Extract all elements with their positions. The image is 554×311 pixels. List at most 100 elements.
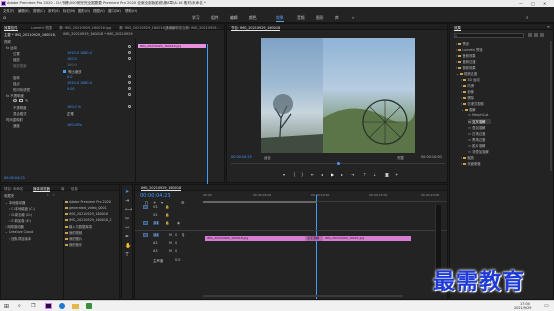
effect-playhead[interactable]	[207, 44, 208, 184]
nav-back-icon[interactable]: ‹	[47, 192, 49, 197]
taskbar-app-icon[interactable]	[86, 303, 92, 309]
timeline-playhead[interactable]	[316, 195, 317, 299]
source-patch-v[interactable]	[143, 205, 148, 209]
effects-tree-item[interactable]: ⌄ 视频过渡	[456, 71, 477, 76]
go-to-in-icon[interactable]: ⇤	[311, 172, 314, 177]
effects-tree-item[interactable]: › 3D 运动	[461, 77, 480, 82]
reset-opacity-value-icon[interactable]	[128, 105, 131, 108]
workspace-audio[interactable]: 音频	[297, 15, 305, 21]
effects-tree-item[interactable]: › 页面剥落	[461, 161, 481, 166]
tab-info[interactable]: 信息	[71, 186, 78, 191]
time-remap-label[interactable]: 时间重映射	[6, 117, 23, 122]
speed-value[interactable]: 100.00%	[67, 123, 82, 127]
reset-anchor-icon[interactable]	[128, 81, 131, 84]
workspace-learn[interactable]: 学习	[192, 15, 200, 21]
track-v3-label[interactable]: V3	[153, 205, 157, 209]
fit-select[interactable]: 适合	[264, 155, 271, 160]
source-patch-v1[interactable]	[143, 221, 148, 225]
timeline-timecode[interactable]: 00:00:04:23	[140, 193, 171, 199]
opacity-effect-label[interactable]: fx 不透明度	[6, 93, 24, 98]
timeline-clip-1[interactable]: IMG_20210929_160018.jpg	[205, 236, 305, 241]
add-marker-timeline-icon[interactable]: ▾	[161, 200, 163, 205]
file-list-item[interactable]: 我的视频	[65, 230, 119, 235]
minimize-button[interactable]: —	[519, 1, 523, 6]
effects-tree-item[interactable]: › 沉浸式视频	[461, 101, 484, 106]
rotation-value[interactable]: 0.0	[67, 75, 72, 79]
reset-scale-icon[interactable]	[128, 57, 131, 60]
drive-tree-item[interactable]: ⌄ 本地驱动器	[5, 200, 25, 205]
effects-tree-item[interactable]: ▭ 非叠加溶解	[468, 149, 489, 154]
favorites-label[interactable]: 收藏夹	[4, 193, 14, 198]
taskbar-clock-date[interactable]: 2021/9/29	[514, 306, 531, 310]
tab-source[interactable]: 源: IMG_20210929_160018.jpg	[59, 25, 111, 30]
anchor-value[interactable]: 1920.0 1080.0	[67, 81, 92, 85]
taskbar-browser-icon[interactable]	[59, 303, 65, 309]
track-solo-icon[interactable]: S	[175, 233, 177, 237]
effects-tree-item[interactable]: ▭ 白场过渡	[468, 131, 485, 136]
effects-tree-item[interactable]: › 预设	[456, 41, 469, 46]
file-list-item[interactable]: generated_video_0001	[65, 206, 119, 210]
effects-tree-item[interactable]: ⌄ 溶解	[461, 107, 475, 112]
quality-select[interactable]: 完整	[397, 155, 404, 160]
tab-audio-mixer[interactable]: 音频剪辑混合器: IMG_20210929...	[165, 25, 223, 30]
effect-controls-timecode[interactable]: 00:00:04:23	[4, 176, 25, 180]
track-a2-label[interactable]: A2	[153, 241, 157, 245]
export-frame-icon[interactable]: ◙	[385, 172, 389, 177]
notification-icon[interactable]: ▭	[544, 303, 549, 309]
reset-motion-icon[interactable]	[128, 45, 131, 48]
timeline-clip-2[interactable]: IMG_20210929_16001.jpg	[323, 236, 411, 241]
home-icon[interactable]: ⌂	[3, 15, 6, 21]
reset-opacity-icon[interactable]	[128, 93, 131, 96]
tab-sequence[interactable]: IMG_20210929_160018	[141, 186, 182, 191]
taskbar-premiere-icon[interactable]	[45, 303, 52, 309]
timeline-settings-icon[interactable]: ⚙	[181, 200, 185, 205]
effects-tree-item[interactable]: › 音频过渡	[456, 59, 476, 64]
mark-in-icon[interactable]: {	[293, 172, 296, 177]
workspace-graphics[interactable]: 图形	[316, 15, 324, 21]
workspace-effects[interactable]: 效果	[276, 15, 284, 22]
motion-effect-label[interactable]: fx 运动	[6, 45, 17, 50]
mask-pen-icon[interactable]: ✎	[25, 98, 28, 103]
hand-tool-icon[interactable]: ✋	[125, 243, 131, 249]
effects-tree-item[interactable]: ▭ 黑场过渡	[468, 137, 485, 142]
button-editor-icon[interactable]: +	[395, 172, 398, 177]
tab-libraries[interactable]: 库	[61, 186, 64, 191]
workspace-editing[interactable]: 编辑	[230, 15, 238, 21]
effects-menu-icon[interactable]: ≡	[547, 24, 550, 29]
effects-tree-item[interactable]: › 音频效果	[456, 53, 476, 58]
workspace-color[interactable]: 颜色	[249, 15, 257, 21]
tab-lumetri-scopes[interactable]: Lumetri 范围	[31, 25, 52, 30]
file-list-item[interactable]: IMG_20210929_160018	[65, 212, 119, 216]
nav-forward-icon[interactable]: ›	[53, 192, 55, 197]
effects-tree-item[interactable]: › 划像	[461, 89, 474, 94]
effects-tree-item[interactable]: › 内滑	[461, 83, 474, 88]
tab-effect-controls[interactable]: 效果控件	[4, 25, 18, 31]
file-list-item[interactable]: IMG_20210929_160018_1	[65, 218, 119, 222]
yuv-effects-icon[interactable]	[540, 33, 544, 37]
close-button[interactable]: ✕	[543, 1, 546, 6]
drive-tree-item[interactable]: › C:本地磁盘 (C:)	[9, 206, 35, 211]
step-forward-icon[interactable]: ▸	[341, 172, 343, 177]
file-list-item[interactable]: Adobe Premiere Pro 2020	[65, 200, 119, 204]
track-solo-icon[interactable]: S	[175, 249, 177, 253]
file-list-item[interactable]: 我的图片	[65, 236, 119, 241]
track-v2-label[interactable]: V2	[153, 213, 157, 217]
video-frame[interactable]	[261, 38, 415, 154]
effects-tree-item[interactable]: › 缩放	[461, 155, 474, 160]
drive-tree-item[interactable]: › D:新加卷 (D:)	[9, 212, 32, 217]
search-icon[interactable]: ⌕	[526, 15, 529, 21]
effects-tree-item[interactable]: ▭ 叠加溶解	[468, 125, 485, 130]
selection-tool-icon[interactable]: ➤	[125, 189, 129, 195]
track-mute-icon[interactable]: M	[169, 249, 172, 253]
workspace-more-icon[interactable]: »	[352, 15, 354, 20]
opacity-value[interactable]: 100.0 %	[67, 105, 81, 109]
master-volume-value[interactable]: 0.0	[175, 258, 180, 262]
drive-tree-item[interactable]: ⌄ Creative Cloud	[5, 230, 33, 234]
program-timecode[interactable]: 00:00:04:23	[231, 155, 252, 159]
track-a3-label[interactable]: A3	[153, 249, 157, 253]
taskbar-clock-time[interactable]: 17:04	[520, 302, 530, 306]
track-lock-icon[interactable]: 🔒	[165, 213, 169, 217]
taskbar-search-icon[interactable]: ⌕	[18, 303, 21, 309]
effects-tree-item-selected[interactable]: ▭ 交叉溶解	[468, 119, 492, 124]
track-eye-icon[interactable]: ◉	[177, 221, 180, 225]
